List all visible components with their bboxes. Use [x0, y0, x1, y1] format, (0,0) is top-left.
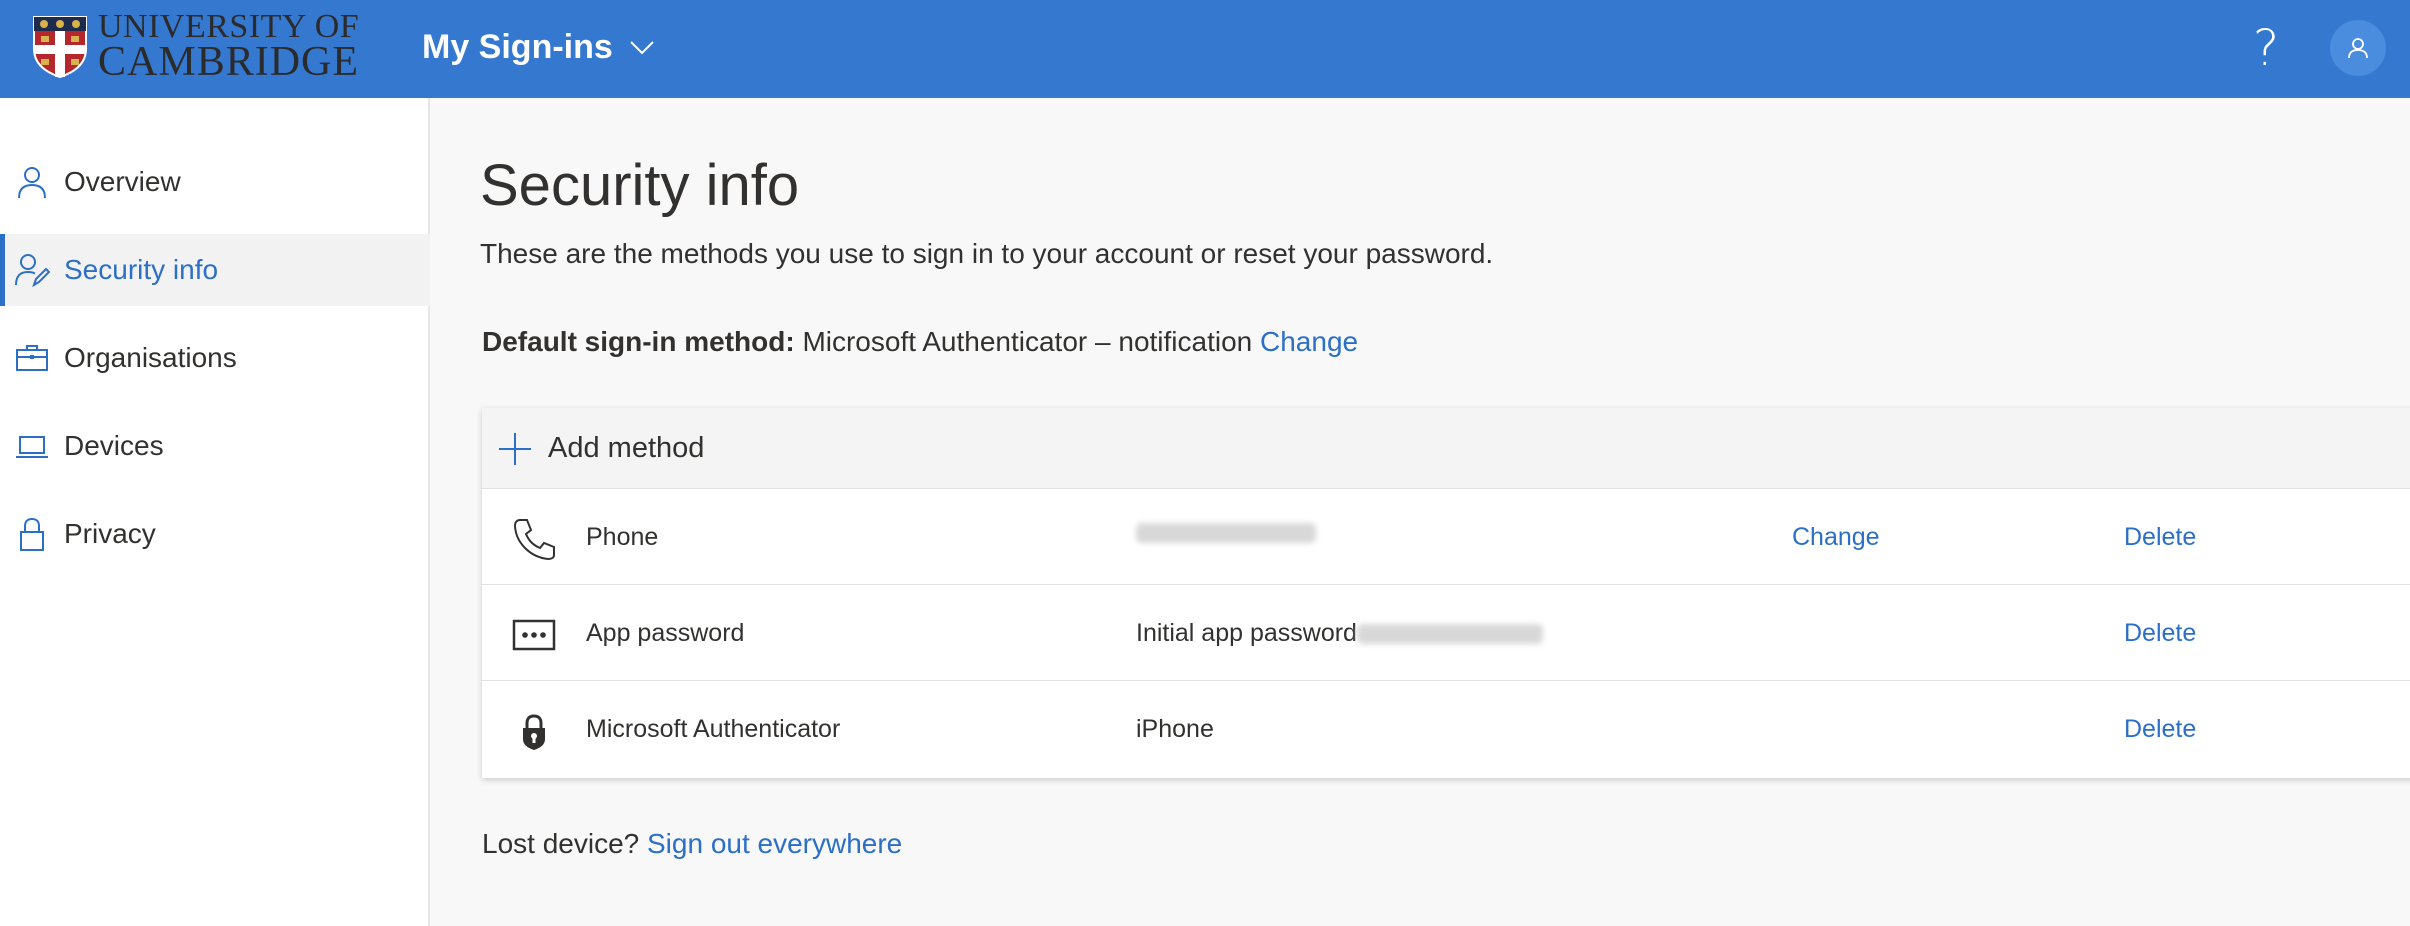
sidebar-item-label: Organisations [64, 342, 237, 373]
active-indicator [0, 234, 5, 306]
person-edit-icon [15, 254, 50, 288]
redacted-phone-number [1136, 523, 1316, 543]
help-button[interactable]: ? [2246, 20, 2286, 76]
delete-app-password-link[interactable]: Delete [2124, 619, 2196, 648]
sidebar-item-devices[interactable]: Devices [0, 410, 430, 482]
logo-line-2: CAMBRIDGE [98, 39, 360, 85]
sign-out-everywhere-link[interactable]: Sign out everywhere [647, 828, 902, 859]
method-detail-text: iPhone [1136, 715, 1214, 743]
authenticator-lock-icon [523, 714, 545, 750]
method-detail [1136, 523, 1316, 543]
method-name: Microsoft Authenticator [586, 715, 841, 743]
phone-icon [513, 519, 555, 561]
method-row-phone: Phone Change Delete [482, 488, 2410, 584]
sidebar-item-security-info[interactable]: Security info [0, 234, 430, 306]
default-sign-in-method: Default sign-in method: Microsoft Authen… [482, 326, 1358, 358]
method-name: App password [586, 619, 745, 647]
logo-line-1: UNIVERSITY OF [98, 8, 360, 45]
main-content: Security info These are the methods you … [432, 98, 2410, 926]
default-method-value: Microsoft Authenticator – notification [802, 326, 1253, 357]
default-method-label: Default sign-in method: [482, 326, 795, 357]
lock-icon [20, 517, 44, 551]
sidebar-item-label: Overview [64, 166, 181, 197]
password-dots-icon [512, 619, 556, 651]
sidebar-item-label: Privacy [64, 518, 156, 549]
sidebar: Overview Security info Organisations Dev… [0, 98, 430, 926]
method-name: Phone [586, 523, 659, 551]
lost-device-line: Lost device? Sign out everywhere [482, 828, 902, 860]
app-title: My Sign-ins [422, 28, 613, 66]
method-row-app-password: App password Initial app password Delete [482, 584, 2410, 680]
redacted-app-password [1356, 623, 1543, 644]
chevron-down-icon [630, 40, 654, 54]
sidebar-item-label: Security info [64, 254, 219, 285]
logo-wordmark: UNIVERSITY OF CAMBRIDGE [98, 8, 360, 85]
page-description: These are the methods you use to sign in… [480, 238, 1494, 269]
account-avatar-button[interactable] [2330, 20, 2386, 76]
lost-device-text: Lost device? [482, 828, 640, 859]
methods-card: Add method Phone Change Delete App passw… [482, 408, 2410, 778]
plus-icon [499, 433, 531, 465]
delete-authenticator-link[interactable]: Delete [2124, 715, 2196, 744]
university-logo[interactable]: UNIVERSITY OF CAMBRIDGE [32, 8, 360, 85]
app-switcher[interactable]: My Sign-ins [422, 28, 655, 67]
change-default-method-link[interactable]: Change [1260, 326, 1358, 357]
person-icon [18, 167, 46, 199]
sidebar-item-privacy[interactable]: Privacy [0, 498, 430, 570]
add-method-button[interactable]: Add method [482, 408, 2410, 488]
method-detail: Initial app password [1136, 619, 1543, 648]
method-detail: iPhone [1136, 715, 1214, 744]
sidebar-item-organisations[interactable]: Organisations [0, 322, 430, 394]
page-title: Security info [480, 153, 800, 218]
briefcase-icon [16, 345, 48, 371]
top-bar: UNIVERSITY OF CAMBRIDGE My Sign-ins ? [0, 0, 2410, 98]
add-method-label: Add method [548, 431, 705, 464]
method-detail-text: Initial app password [1136, 619, 1357, 647]
delete-phone-link[interactable]: Delete [2124, 523, 2196, 552]
person-icon [2348, 38, 2368, 59]
sidebar-item-overview[interactable]: Overview [0, 146, 430, 218]
sidebar-item-label: Devices [64, 430, 164, 461]
change-phone-link[interactable]: Change [1792, 523, 1880, 552]
method-row-authenticator: Microsoft Authenticator iPhone Delete [482, 680, 2410, 776]
cambridge-shield-icon [33, 16, 87, 79]
laptop-icon [16, 436, 48, 458]
